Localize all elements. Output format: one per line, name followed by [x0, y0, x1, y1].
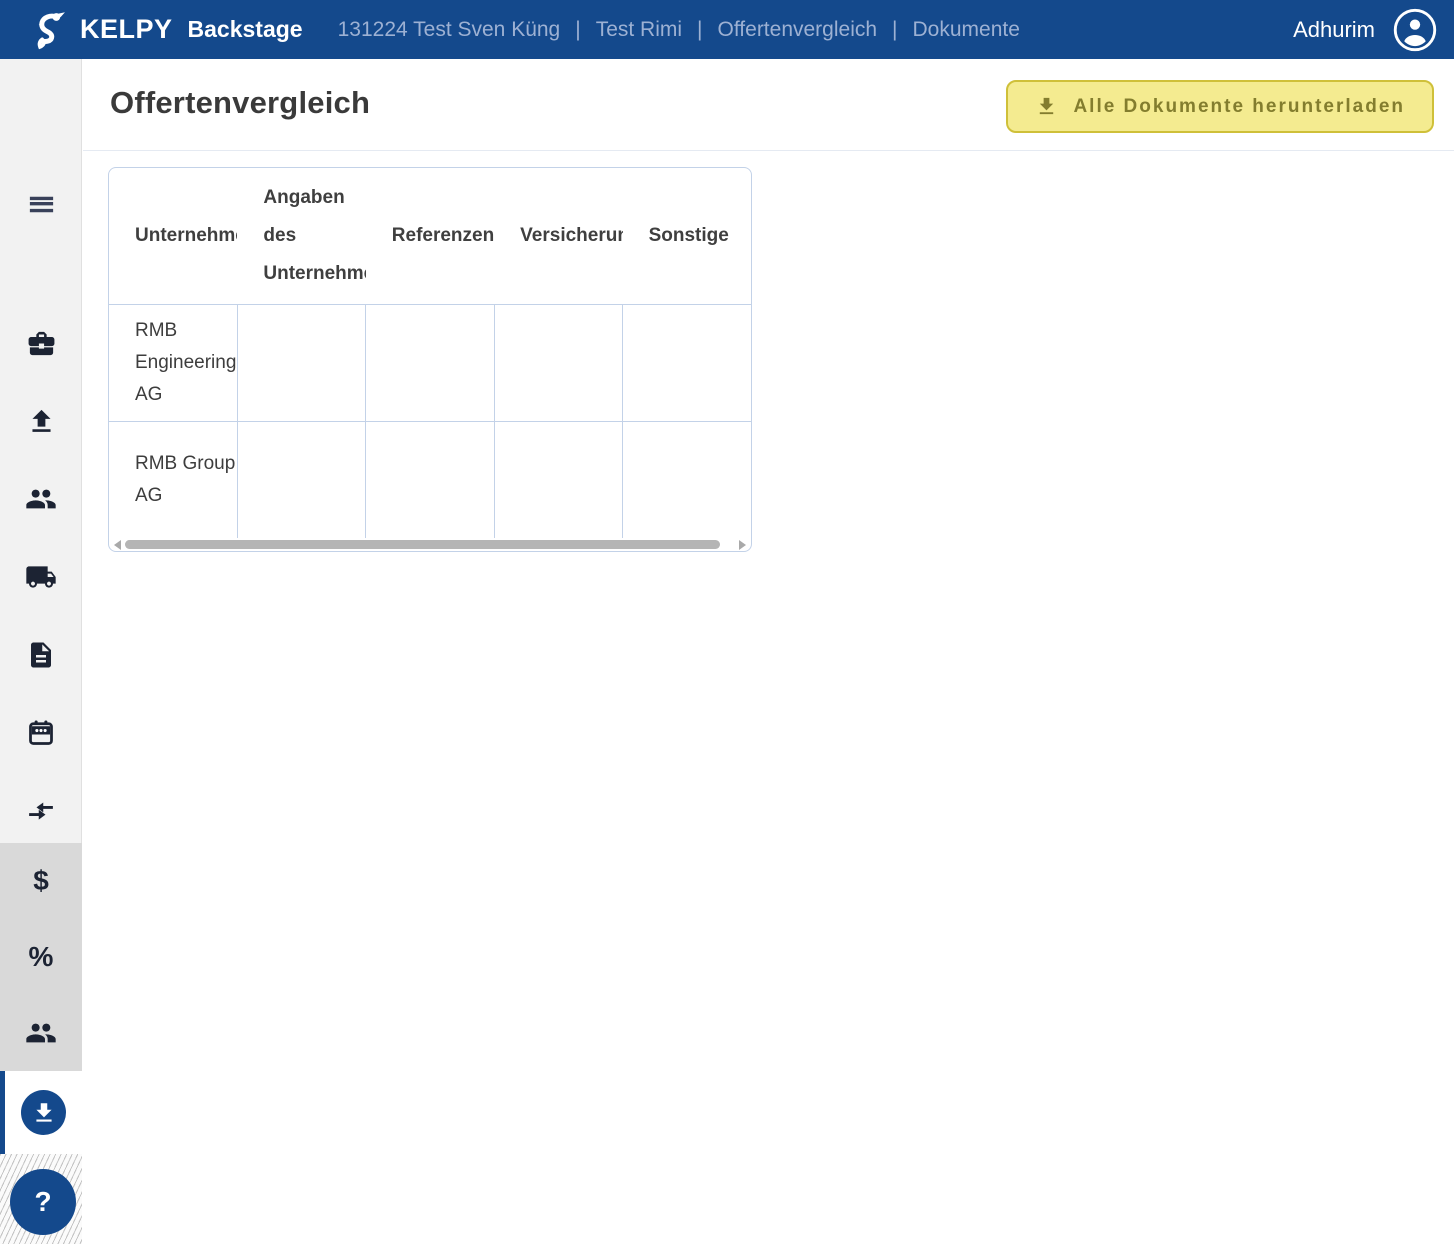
table-cell-empty	[236, 421, 366, 538]
help-button[interactable]: ?	[10, 1169, 76, 1235]
table-cell-empty	[236, 304, 366, 422]
sidebar-item-calendar[interactable]	[0, 694, 82, 772]
breadcrumb-item-case[interactable]: 131224 Test Sven Küng	[338, 18, 561, 42]
account-circle-icon	[1393, 8, 1437, 51]
user-avatar-button[interactable]	[1392, 7, 1438, 53]
truck-icon	[26, 566, 56, 588]
company-cell: RMB Engineering AG	[109, 304, 238, 422]
company-name: RMB Group AG	[135, 452, 236, 506]
column-header-unternehmen: Unternehmen	[109, 168, 238, 305]
column-header-referenzen: Referenzen	[365, 168, 495, 305]
download-icon	[1040, 97, 1054, 115]
download-icon	[35, 1102, 52, 1122]
sidebar: $ % ?	[0, 59, 82, 1244]
sidebar-item-upload[interactable]	[0, 382, 82, 460]
breadcrumb-separator: |	[892, 17, 898, 41]
briefcase-icon	[28, 331, 54, 355]
main-content: Offertenvergleich Alle Dokumente herunte…	[83, 59, 1454, 1185]
scrollbar-thumb[interactable]	[125, 540, 720, 549]
sidebar-item-contacts[interactable]	[0, 995, 82, 1071]
dollar-icon: $	[33, 865, 49, 896]
column-header-angaben-des-unternehmens: Angaben des Unternehmens	[237, 168, 366, 305]
sidebar-secondary-nav: $ %	[0, 843, 82, 1071]
sidebar-menu-button[interactable]	[0, 178, 82, 230]
scrollbar-track[interactable]	[125, 538, 735, 551]
column-header-sonstige: Sonstige	[622, 168, 751, 305]
kelpy-seahorse-logo-icon	[37, 11, 65, 49]
brand-name: KELPY	[80, 14, 173, 44]
sidebar-item-downloads-active[interactable]	[0, 1071, 82, 1154]
table-row: RMB Engineering AG	[109, 304, 751, 422]
hamburger-menu-icon	[29, 196, 53, 212]
download-all-documents-label: Alle Dokumente herunterladen	[1073, 95, 1405, 117]
sidebar-item-pricing[interactable]: $	[0, 843, 82, 919]
sidebar-item-documents[interactable]	[0, 616, 82, 694]
column-header-versicherungen: Versicherungen	[494, 168, 623, 305]
table-cell-empty	[365, 421, 495, 538]
download-all-documents-button[interactable]: Alle Dokumente herunterladen	[1006, 80, 1434, 133]
table-row: RMB Group AG	[109, 421, 751, 538]
breadcrumb-item-dokumente[interactable]: Dokumente	[913, 18, 1020, 42]
product-name: Backstage	[187, 16, 303, 42]
breadcrumb-item-offertenvergleich[interactable]: Offertenvergleich	[718, 18, 878, 42]
breadcrumb-separator: |	[697, 17, 703, 41]
table-cell-empty	[622, 421, 751, 538]
sidebar-primary-nav	[0, 304, 82, 850]
compare-arrows-icon	[29, 802, 53, 820]
page-header-row: Offertenvergleich Alle Dokumente herunte…	[83, 59, 1454, 151]
table-cell-empty	[493, 304, 623, 422]
sidebar-item-shipping[interactable]	[0, 538, 82, 616]
percent-icon: %	[28, 941, 54, 972]
sidebar-item-mandates[interactable]	[0, 304, 82, 382]
people-icon	[26, 489, 56, 509]
breadcrumb-separator: |	[575, 17, 581, 41]
upload-icon	[31, 409, 51, 432]
app-root: KELPY Backstage 131224 Test Sven Küng | …	[0, 0, 1454, 1244]
username-label: Adhurim	[1293, 16, 1375, 42]
breadcrumb: 131224 Test Sven Küng | Test Rimi | Offe…	[338, 18, 1020, 42]
offer-comparison-table-card: Unternehmen Angaben des Unternehmens Ref…	[108, 167, 752, 552]
company-cell: RMB Group AG	[109, 421, 237, 538]
table-cell-empty	[365, 304, 495, 422]
table-horizontal-scrollbar	[109, 538, 751, 551]
table-header-row: Unternehmen Angaben des Unternehmens Ref…	[109, 168, 751, 305]
sidebar-item-transfer[interactable]	[0, 772, 82, 850]
help-icon: ?	[34, 1186, 52, 1217]
table-cell-empty	[493, 421, 623, 538]
top-navbar: KELPY Backstage 131224 Test Sven Küng | …	[0, 0, 1454, 59]
scroll-right-arrow-icon[interactable]	[739, 539, 746, 550]
people-icon	[26, 1023, 56, 1043]
offer-comparison-table: Unternehmen Angaben des Unternehmens Ref…	[109, 168, 751, 538]
sidebar-item-commissions[interactable]: %	[0, 919, 82, 995]
sidebar-help-zone: ?	[0, 1154, 82, 1244]
scroll-left-arrow-icon[interactable]	[114, 539, 121, 550]
breadcrumb-item-client[interactable]: Test Rimi	[596, 18, 682, 42]
document-icon	[31, 642, 51, 668]
sidebar-item-people[interactable]	[0, 460, 82, 538]
download-circle-button[interactable]	[21, 1090, 66, 1135]
calendar-icon	[29, 720, 53, 745]
table-cell-empty	[622, 304, 751, 422]
page-title: Offertenvergleich	[110, 85, 371, 120]
company-name: RMB Engineering AG	[135, 319, 237, 405]
